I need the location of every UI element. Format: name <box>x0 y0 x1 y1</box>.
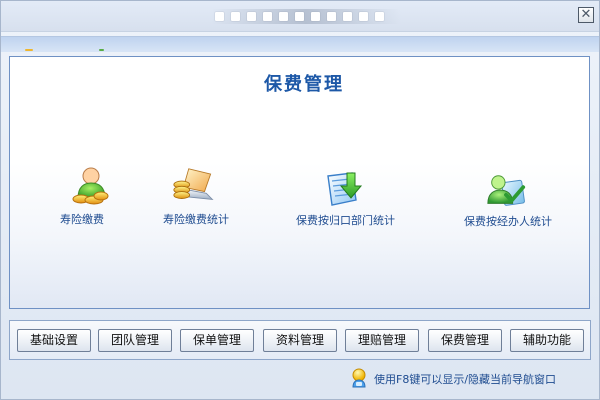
policy-management-button[interactable]: 保单管理 <box>180 329 254 352</box>
main-navigation-panel: 保费管理 寿险缴费 寿险缴费统计 保费按归口部门统计 保费按经办人统计 <box>9 56 590 309</box>
team-management-button[interactable]: 团队管理 <box>98 329 172 352</box>
module-label: 保费按归口部门统计 <box>296 214 395 227</box>
navigation-header-strip <box>1 36 599 52</box>
title-bar-dot <box>295 12 304 21</box>
document-download-icon <box>327 172 363 206</box>
module-label: 寿险缴费统计 <box>163 213 229 226</box>
person-check-icon <box>487 175 526 206</box>
title-bar-dot <box>231 12 240 21</box>
auxiliary-functions-button[interactable]: 辅助功能 <box>510 329 584 352</box>
person-money-icon <box>72 167 109 205</box>
module-label: 寿险缴费 <box>60 213 104 226</box>
title-bar-dot <box>327 12 336 21</box>
title-bar-dot <box>343 12 352 21</box>
claims-management-button[interactable]: 理赔管理 <box>345 329 419 352</box>
premium-management-button[interactable]: 保费管理 <box>428 329 502 352</box>
status-hint: 使用F8键可以显示/隐藏当前导航窗口 <box>348 367 593 392</box>
title-bar-dot <box>247 12 256 21</box>
document-management-button[interactable]: 资料管理 <box>263 329 337 352</box>
title-bar-dot <box>215 12 224 21</box>
title-bar[interactable]: ✕ <box>1 1 599 32</box>
title-bar-dot <box>375 12 384 21</box>
laptop-coins-icon <box>173 168 214 200</box>
page-title: 保费管理 <box>264 74 344 95</box>
close-button[interactable]: ✕ <box>578 7 594 23</box>
title-bar-dot <box>311 12 320 21</box>
module-label: 保费按经办人统计 <box>464 215 552 228</box>
hint-text: 使用F8键可以显示/隐藏当前导航窗口 <box>374 373 557 386</box>
title-bar-dot <box>279 12 288 21</box>
title-bar-dot <box>359 12 368 21</box>
lightbulb-person-icon <box>352 368 366 388</box>
title-bar-dot <box>263 12 272 21</box>
navigation-window: ✕ 保费管理 寿险缴费 寿险缴费统计 保费按归口部门统计 保费按经办人统计 基础… <box>0 0 600 400</box>
bottom-navigation-toolbar: 基础设置 团队管理 保单管理 资料管理 理赔管理 保费管理 辅助功能 <box>9 320 591 360</box>
basic-settings-button[interactable]: 基础设置 <box>17 329 91 352</box>
